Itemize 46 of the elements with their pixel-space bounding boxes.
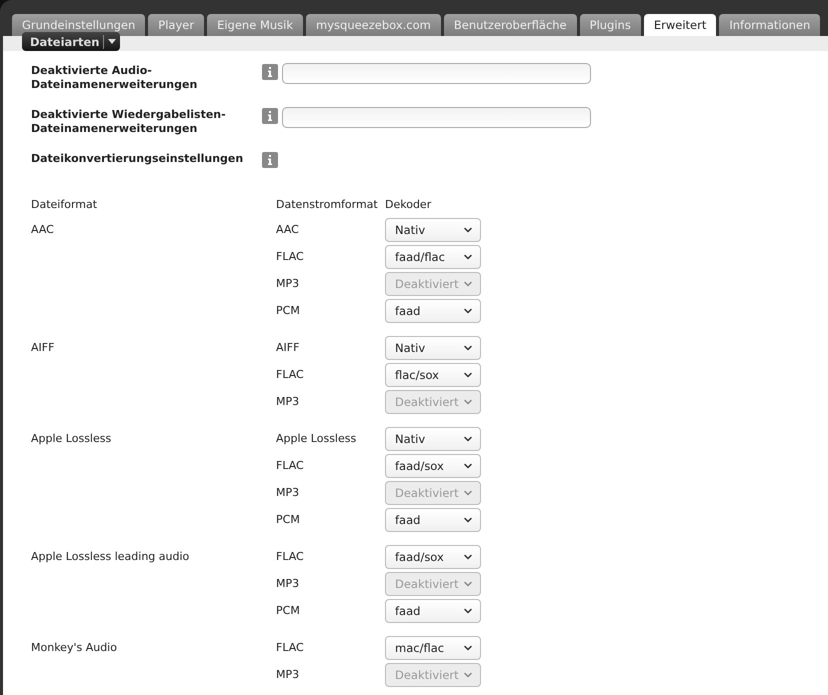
table-cell: MP3 [276, 668, 300, 681]
info-icon[interactable] [262, 108, 278, 124]
setting-label: Deaktivierte Audio-Dateinamenerweiterungen [31, 63, 198, 92]
table-cell: AAC [276, 223, 299, 236]
decoder-select[interactable]: flac/sox [385, 363, 481, 387]
decoder-select[interactable]: faad/flac [385, 245, 481, 269]
table-cell: MP3 [276, 277, 300, 290]
table-cell: FLAC [276, 368, 304, 381]
caret-icon [108, 39, 116, 44]
decoder-select[interactable]: faad/sox [385, 454, 481, 478]
table-cell: FLAC [276, 250, 304, 263]
decoder-select[interactable]: faad [385, 299, 481, 323]
menu-button[interactable]: Dateiarten [22, 32, 120, 51]
table-cell: PCM [276, 604, 300, 617]
table-cell: MP3 [276, 486, 300, 499]
table-cell: FLAC [276, 550, 304, 563]
column-header: Dekoder [385, 198, 432, 211]
table-cell: FLAC [276, 641, 304, 654]
table-cell: FLAC [276, 459, 304, 472]
table-cell: PCM [276, 304, 300, 317]
decoder-select[interactable]: faad [385, 508, 481, 532]
table-cell: MP3 [276, 577, 300, 590]
column-header: Datenstromformat [276, 198, 379, 211]
decoder-select[interactable]: faad [385, 599, 481, 623]
table-cell: Apple Lossless [276, 432, 356, 445]
section-heading: Dateikonvertierungseinstellungen [31, 151, 244, 166]
setting-label: Deaktivierte Wiedergabelisten-Dateinamenerweiterungen [31, 107, 227, 136]
info-icon[interactable] [262, 64, 278, 80]
decoder-select[interactable]: Nativ [385, 427, 481, 451]
input-field[interactable] [282, 107, 591, 128]
tab[interactable]: Erweitert [644, 14, 716, 36]
table-cell: PCM [276, 513, 300, 526]
info-icon[interactable] [262, 152, 278, 168]
decoder-select[interactable]: Nativ [385, 336, 481, 360]
table-cell-text: Apple Lossless [31, 432, 112, 445]
input-field[interactable] [282, 63, 591, 84]
decoder-select[interactable]: faad/sox [385, 545, 481, 569]
table-cell-text: Apple Lossless leading audio [31, 550, 190, 563]
decoder-select[interactable]: mac/flac [385, 636, 481, 660]
decoder-select[interactable]: Nativ [385, 218, 481, 242]
table-cell-text: AIFF [31, 341, 56, 354]
table-cell: AIFF [276, 341, 300, 354]
table-cell-text: AAC [31, 223, 55, 236]
column-header: Dateiformat [31, 198, 98, 211]
table-cell: MP3 [276, 395, 300, 408]
table-cell-text: Monkey's Audio [31, 641, 118, 654]
